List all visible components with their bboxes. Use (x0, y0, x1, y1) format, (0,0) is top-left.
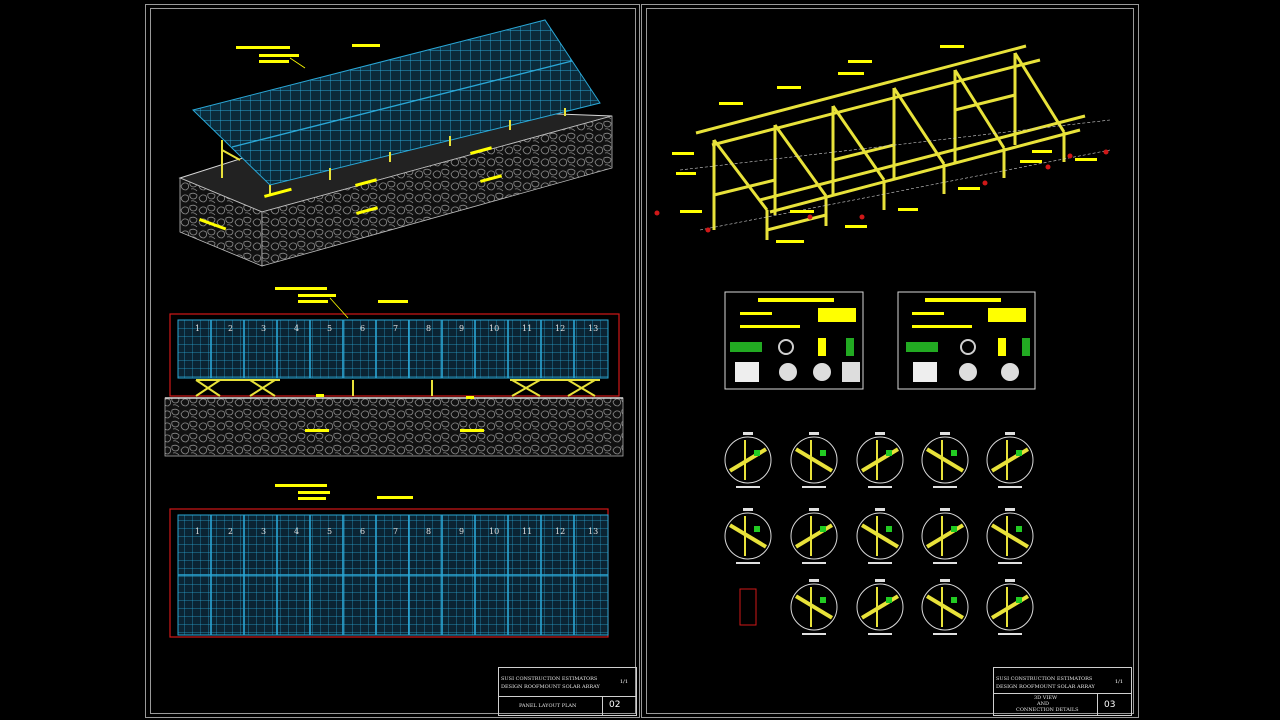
cad-viewport: 1 2 3 4 5 6 7 8 9 10 11 12 13 1 2 3 4 5 6 7 8 9 10 11 12 13 (0, 0, 1280, 720)
connection-bolt-marker (754, 526, 760, 532)
detail-label (802, 633, 826, 635)
detail-label (998, 633, 1022, 635)
sheet-number: 02 (609, 700, 621, 710)
detail-label (802, 486, 826, 488)
connection-bolt-marker (1016, 450, 1022, 456)
connection-bolt-marker (886, 450, 892, 456)
detail-label (868, 633, 892, 635)
detail-tag (940, 579, 950, 582)
detail-tag (809, 432, 819, 435)
title-block-scale: 1/1 (1114, 679, 1123, 685)
detail-label (998, 486, 1022, 488)
sheet-number: 03 (1104, 700, 1116, 710)
detail-tag (940, 508, 950, 511)
connection-bolt-marker (820, 450, 826, 456)
title-block-line1: SUSI CONSTRUCTION ESTIMATORS (501, 676, 598, 682)
connection-bolt-marker (1016, 597, 1022, 603)
title-block-line2: DESIGN ROOFMOUNT SOLAR ARRAY (501, 684, 600, 690)
connection-bolt-marker (951, 450, 957, 456)
connection-details (724, 432, 1034, 635)
detail-label (933, 486, 957, 488)
title-block-divider (499, 696, 636, 697)
detail-tag (1005, 432, 1015, 435)
detail-tag (875, 432, 885, 435)
detail-label (736, 562, 760, 564)
detail-small-section (739, 588, 757, 626)
title-block-sheet-02: SUSI CONSTRUCTION ESTIMATORS DESIGN ROOF… (498, 667, 637, 716)
drawing-title: PANEL LAYOUT PLAN (519, 703, 577, 709)
detail-tag (875, 579, 885, 582)
title-block-line1: SUSI CONSTRUCTION ESTIMATORS (996, 676, 1093, 682)
detail-tag (875, 508, 885, 511)
bolt-detail-box-1 (724, 291, 864, 390)
title-block-divider-v (602, 696, 603, 715)
detail-tag (940, 432, 950, 435)
detail-label (933, 633, 957, 635)
sheet-03-drawing (654, 44, 1111, 635)
detail-label (868, 486, 892, 488)
connection-bolt-marker (951, 526, 957, 532)
iso-structure-frame (695, 44, 1086, 240)
connection-bolt-marker (951, 597, 957, 603)
detail-label (998, 562, 1022, 564)
iso-structure-annotations (672, 45, 1097, 243)
detail-label (802, 562, 826, 564)
detail-tag (1005, 508, 1015, 511)
connection-bolt-marker (886, 597, 892, 603)
connection-bolt-marker (820, 526, 826, 532)
connection-bolt-marker (820, 597, 826, 603)
title-block-line2: DESIGN ROOFMOUNT SOLAR ARRAY (996, 684, 1095, 690)
detail-tag (809, 579, 819, 582)
title-block-scale: 1/1 (619, 679, 628, 685)
detail-tag (743, 432, 753, 435)
connection-bolt-marker (886, 526, 892, 532)
detail-label (933, 562, 957, 564)
drawing-title-3: CONNECTION DETAILS (1016, 707, 1079, 713)
connection-bolt-marker (754, 450, 760, 456)
detail-label (736, 486, 760, 488)
detail-tag (809, 508, 819, 511)
title-block-divider (994, 693, 1131, 694)
detail-label (868, 562, 892, 564)
connection-bolt-marker (1016, 526, 1022, 532)
detail-tag (743, 508, 753, 511)
title-block-divider-v (1097, 693, 1098, 715)
title-block-sheet-03: SUSI CONSTRUCTION ESTIMATORS DESIGN ROOF… (993, 667, 1132, 716)
bolt-detail-box-2 (897, 291, 1036, 390)
detail-tag (1005, 579, 1015, 582)
